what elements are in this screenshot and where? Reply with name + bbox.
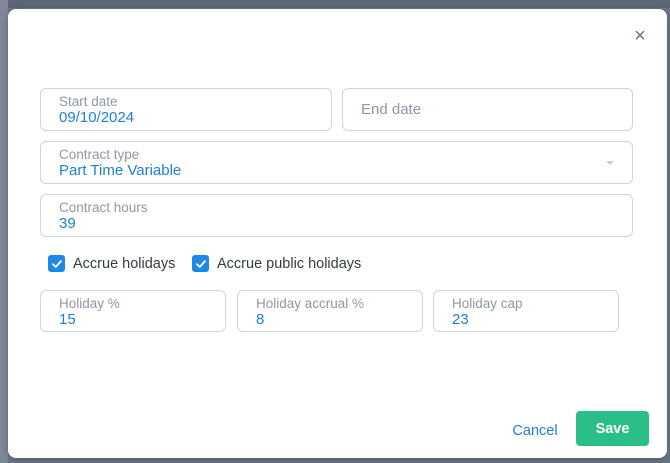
accrue-public-holidays-label: Accrue public holidays — [217, 255, 362, 272]
holiday-cap-value: 23 — [452, 311, 469, 328]
modal-backdrop-left — [0, 0, 8, 463]
contract-hours-label: Contract hours — [59, 200, 148, 215]
holiday-percent-label: Holiday % — [59, 296, 120, 311]
checkbox-checked-icon — [48, 255, 65, 272]
checkbox-checked-icon — [192, 255, 209, 272]
contract-type-value: Part Time Variable — [59, 162, 182, 179]
contract-hours-field[interactable]: Contract hours 39 — [40, 194, 633, 237]
end-date-field[interactable]: End date — [342, 88, 633, 131]
contract-type-select[interactable]: Contract type Part Time Variable — [40, 141, 633, 184]
accrue-holidays-label: Accrue holidays — [73, 255, 176, 272]
holiday-percent-field[interactable]: Holiday % 15 — [40, 290, 226, 332]
save-button[interactable]: Save — [576, 411, 649, 446]
contract-type-label: Contract type — [59, 147, 140, 162]
contract-dialog: × Start date 09/10/2024 End date Contrac… — [8, 9, 667, 458]
accrue-holidays-checkbox[interactable]: Accrue holidays — [48, 255, 175, 272]
close-icon[interactable]: × — [631, 26, 649, 46]
holiday-percent-value: 15 — [59, 311, 76, 328]
accrue-public-holidays-checkbox[interactable]: Accrue public holidays — [192, 255, 361, 272]
chevron-down-icon — [606, 161, 614, 165]
cancel-button[interactable]: Cancel — [504, 418, 566, 444]
contract-hours-value: 39 — [59, 215, 76, 232]
holiday-accrual-percent-field[interactable]: Holiday accrual % 8 — [237, 290, 423, 332]
holiday-accrual-percent-label: Holiday accrual % — [256, 296, 365, 311]
holiday-cap-label: Holiday cap — [452, 296, 523, 311]
holiday-accrual-percent-value: 8 — [256, 311, 265, 328]
start-date-value: 09/10/2024 — [59, 109, 135, 126]
holiday-cap-field[interactable]: Holiday cap 23 — [433, 290, 619, 332]
start-date-label: Start date — [59, 94, 118, 109]
modal-backdrop-top — [0, 0, 670, 8]
end-date-placeholder: End date — [361, 101, 422, 118]
start-date-field[interactable]: Start date 09/10/2024 — [40, 88, 332, 131]
